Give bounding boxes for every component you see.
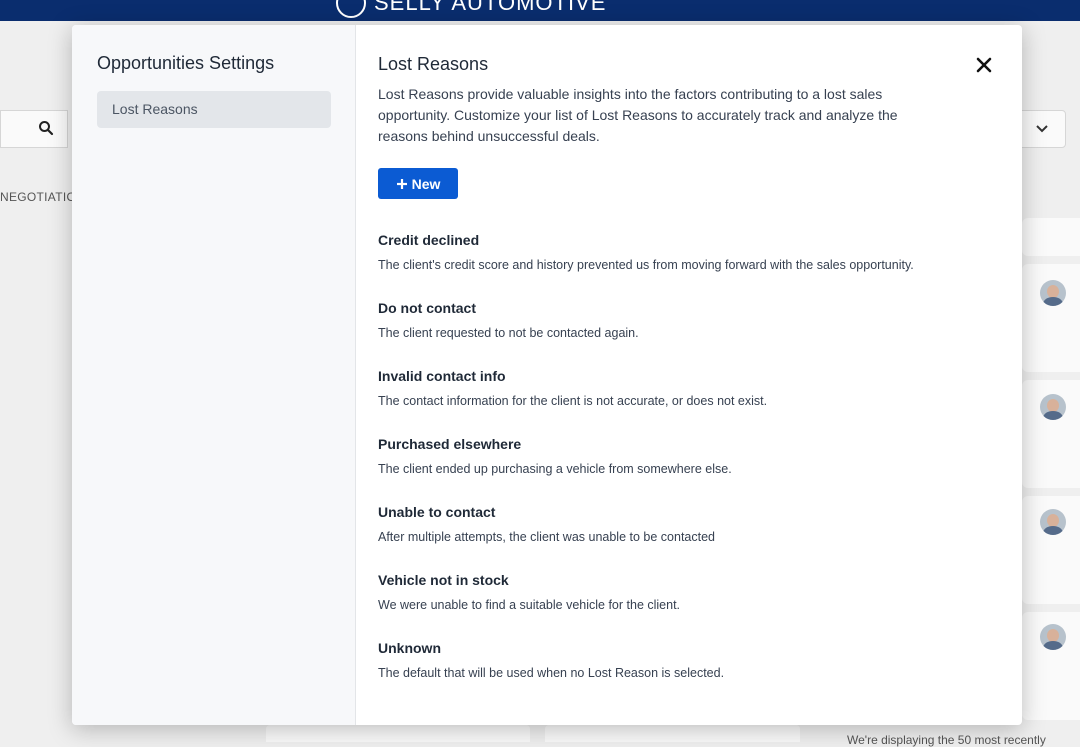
list-item[interactable]: Do not contact The client requested to n… [378, 300, 998, 360]
list-item[interactable]: Unable to contact After multiple attempt… [378, 504, 998, 564]
list-item[interactable]: Vehicle not in stock We were unable to f… [378, 572, 998, 632]
page-title: Lost Reasons [378, 54, 489, 74]
close-icon[interactable] [975, 56, 993, 74]
reason-title: Invalid contact info [378, 368, 506, 384]
sidebar-item-lost-reasons[interactable]: Lost Reasons [97, 91, 331, 128]
list-item[interactable]: Unknown The default that will be used wh… [378, 640, 998, 700]
opportunities-settings-modal: Opportunities Settings Lost Reasons Lost… [72, 25, 1022, 725]
list-item[interactable]: Invalid contact info The contact informa… [378, 368, 998, 428]
reason-title: Unknown [378, 640, 441, 656]
settings-sidebar: Opportunities Settings Lost Reasons [72, 25, 356, 725]
reason-title: Vehicle not in stock [378, 572, 509, 588]
reason-title: Unable to contact [378, 504, 496, 520]
reason-description: We were unable to find a suitable vehicl… [378, 598, 681, 612]
reason-description: The client ended up purchasing a vehicle… [378, 462, 732, 476]
reason-title: Do not contact [378, 300, 476, 316]
list-item[interactable]: Purchased elsewhere The client ended up … [378, 436, 998, 496]
reason-title: Purchased elsewhere [378, 436, 522, 452]
reason-description: The client's credit score and history pr… [378, 258, 914, 272]
new-button-label: New [411, 175, 441, 192]
reason-description: The client requested to not be contacted… [378, 326, 639, 340]
reason-description: The default that will be used when no Lo… [378, 666, 725, 680]
new-lost-reason-button[interactable]: New [378, 168, 458, 199]
lost-reasons-panel: Lost Reasons Lost Reasons provide valuab… [356, 25, 1022, 725]
reason-description: After multiple attempts, the client was … [378, 530, 715, 544]
list-item[interactable]: Credit declined The client's credit scor… [378, 232, 998, 292]
sidebar-title: Opportunities Settings [97, 53, 275, 73]
reason-title: Credit declined [378, 232, 480, 248]
plus-icon [396, 178, 407, 189]
panel-description: Lost Reasons provide valuable insights i… [378, 86, 898, 144]
reason-description: The contact information for the client i… [378, 394, 768, 408]
